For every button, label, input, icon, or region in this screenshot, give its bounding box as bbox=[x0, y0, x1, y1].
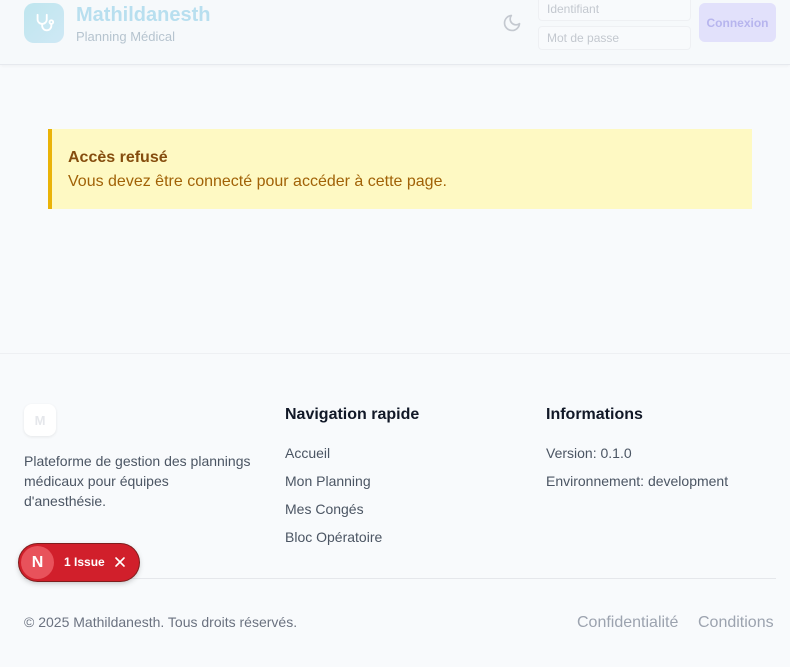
quick-nav-title: Navigation rapide bbox=[285, 406, 420, 423]
info-list: Version: 0.1.0 Environnement: developmen… bbox=[546, 443, 728, 499]
privacy-link[interactable]: Confidentialité bbox=[577, 614, 678, 632]
footer-description: Plateforme de gestion des plannings médi… bbox=[24, 453, 251, 509]
nav-link-operating-block[interactable]: Bloc Opératoire bbox=[285, 527, 382, 555]
footer-divider bbox=[24, 578, 776, 579]
version-info: Version: 0.1.0 bbox=[546, 445, 632, 461]
site-footer: M Plateforme de gestion des plannings mé… bbox=[0, 353, 790, 667]
brand-subtitle: Planning Médical bbox=[76, 29, 176, 44]
password-input[interactable] bbox=[538, 26, 691, 50]
app-logo[interactable] bbox=[24, 3, 64, 43]
alert-title: Accès refusé bbox=[68, 149, 168, 166]
access-denied-alert: Accès refusé Vous devez être connecté po… bbox=[48, 129, 752, 209]
nav-link-my-leaves[interactable]: Mes Congés bbox=[285, 499, 382, 527]
quick-nav-list: Accueil Mon Planning Mes Congés Bloc Opé… bbox=[285, 443, 382, 555]
top-header: Mathildanesth Planning Médical Connexion bbox=[0, 0, 790, 65]
footer-logo: M bbox=[24, 404, 56, 436]
nav-link-home[interactable]: Accueil bbox=[285, 443, 382, 471]
login-button[interactable]: Connexion bbox=[699, 3, 776, 42]
info-title: Informations bbox=[546, 406, 643, 423]
next-logo-icon[interactable]: N bbox=[21, 546, 54, 579]
close-icon bbox=[115, 557, 125, 567]
brand-title[interactable]: Mathildanesth bbox=[76, 4, 210, 27]
theme-toggle-button[interactable] bbox=[500, 11, 524, 35]
nav-link-my-planning[interactable]: Mon Planning bbox=[285, 471, 382, 499]
alert-message: Vous devez être connecté pour accéder à … bbox=[68, 173, 447, 190]
copyright-text: © 2025 Mathildanesth. Tous droits réserv… bbox=[24, 614, 298, 630]
environment-info: Environnement: development bbox=[546, 473, 729, 489]
issue-count-label[interactable]: 1 Issue bbox=[64, 555, 105, 569]
moon-icon bbox=[503, 14, 521, 32]
terms-link[interactable]: Conditions bbox=[698, 614, 774, 632]
close-issue-button[interactable] bbox=[112, 554, 128, 570]
username-input[interactable] bbox=[538, 0, 691, 21]
issues-badge[interactable]: N 1 Issue bbox=[19, 544, 139, 581]
stethoscope-icon bbox=[36, 13, 55, 32]
